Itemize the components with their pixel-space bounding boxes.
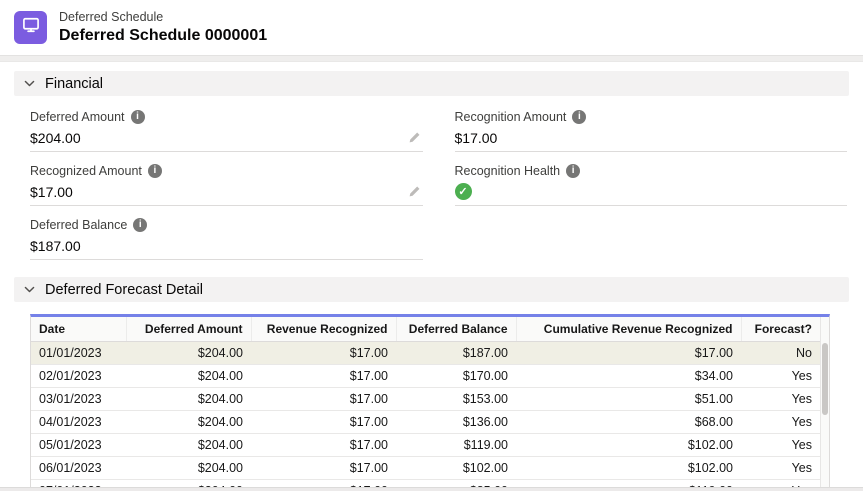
section-title: Financial [45,76,103,92]
table-row[interactable]: 06/01/2023$204.00$17.00$102.00$102.00Yes [31,457,820,480]
table-cell: Yes [741,434,820,457]
info-icon[interactable] [148,164,162,178]
table-cell: $68.00 [516,411,741,434]
table-cell: $17.00 [251,388,396,411]
record-header: Deferred Schedule Deferred Schedule 0000… [0,0,863,55]
field-deferred-amount: Deferred Amount $204.00 [30,108,423,152]
table-cell: $153.00 [396,388,516,411]
table-cell: $102.00 [516,457,741,480]
table-cell: $204.00 [126,342,251,365]
table-row[interactable]: 03/01/2023$204.00$17.00$153.00$51.00Yes [31,388,820,411]
edit-pencil-icon[interactable] [408,185,421,198]
section-title: Deferred Forecast Detail [45,282,203,298]
info-icon[interactable] [572,110,586,124]
table-cell: $102.00 [516,434,741,457]
table-cell: $119.00 [516,480,741,488]
monitor-icon [21,15,41,40]
record-detail-content: Financial Deferred Amount $204.00 [0,62,863,487]
record-title: Deferred Schedule 0000001 [59,27,267,45]
table-cell: $17.00 [516,342,741,365]
table-cell: $204.00 [126,480,251,488]
forecast-table: DateDeferred AmountRevenue RecognizedDef… [30,314,830,487]
table-row[interactable]: 05/01/2023$204.00$17.00$119.00$102.00Yes [31,434,820,457]
record-page: Deferred Schedule Deferred Schedule 0000… [0,0,863,491]
edit-pencil-icon[interactable] [408,131,421,144]
field-label: Recognized Amount [30,164,142,178]
chevron-down-icon [23,77,36,90]
table-cell: $17.00 [251,480,396,488]
table-cell: $204.00 [126,457,251,480]
table-cell: $51.00 [516,388,741,411]
table-cell: Yes [741,365,820,388]
table-cell: 02/01/2023 [31,365,126,388]
column-header[interactable]: Deferred Balance [396,317,516,342]
table-row[interactable]: 04/01/2023$204.00$17.00$136.00$68.00Yes [31,411,820,434]
info-icon[interactable] [566,164,580,178]
field-recognized-amount: Recognized Amount $17.00 [30,162,423,206]
table-cell: $34.00 [516,365,741,388]
column-header[interactable]: Forecast? [741,317,820,342]
table-cell: Yes [741,457,820,480]
table-cell: 03/01/2023 [31,388,126,411]
column-header[interactable]: Revenue Recognized [251,317,396,342]
table-cell: No [741,342,820,365]
field-recognition-amount: Recognition Amount $17.00 [455,108,848,152]
table-cell: $204.00 [126,434,251,457]
financial-fields: Deferred Amount $204.00 Recognition Amou… [14,96,849,274]
entity-label: Deferred Schedule [59,10,267,24]
table-cell: $204.00 [126,365,251,388]
deferred-schedule-entity-icon [14,11,47,44]
table-row[interactable]: 02/01/2023$204.00$17.00$170.00$34.00Yes [31,365,820,388]
table-cell: $17.00 [251,365,396,388]
table-cell: 05/01/2023 [31,434,126,457]
chevron-down-icon [23,283,36,296]
field-label: Recognition Health [455,164,561,178]
table-cell: $204.00 [126,388,251,411]
table-vertical-scrollbar[interactable] [820,317,829,487]
field-label: Deferred Amount [30,110,125,124]
info-icon[interactable] [133,218,147,232]
field-value: $17.00 [30,184,73,200]
field-value: $17.00 [455,130,498,146]
table-cell: $204.00 [126,411,251,434]
table-cell: 06/01/2023 [31,457,126,480]
info-icon[interactable] [131,110,145,124]
table-cell: $17.00 [251,342,396,365]
table-cell: 07/01/2023 [31,480,126,488]
field-deferred-balance: Deferred Balance $187.00 [30,216,423,260]
scrollbar-thumb[interactable] [822,343,828,415]
table-cell: $17.00 [251,411,396,434]
table-row[interactable]: 07/01/2023$204.00$17.00$85.00$119.00Yes [31,480,820,488]
table-cell: Yes [741,411,820,434]
field-label: Deferred Balance [30,218,127,232]
table-cell: $136.00 [396,411,516,434]
table-cell: Yes [741,388,820,411]
column-header[interactable]: Date [31,317,126,342]
record-titles: Deferred Schedule Deferred Schedule 0000… [59,10,267,45]
section-header-deferred-forecast-detail[interactable]: Deferred Forecast Detail [14,277,849,302]
page-background-strip [0,487,863,491]
table-cell: Yes [741,480,820,488]
field-value: $187.00 [30,238,81,254]
table-cell: $85.00 [396,480,516,488]
green-check-icon [455,183,472,200]
table-row[interactable]: 01/01/2023$204.00$17.00$187.00$17.00No [31,342,820,365]
forecast-header-row: DateDeferred AmountRevenue RecognizedDef… [31,317,820,342]
column-header[interactable]: Cumulative Revenue Recognized [516,317,741,342]
table-cell: 01/01/2023 [31,342,126,365]
field-recognition-health: Recognition Health [455,162,848,206]
table-cell: $17.00 [251,457,396,480]
column-header[interactable]: Deferred Amount [126,317,251,342]
table-cell: 04/01/2023 [31,411,126,434]
table-cell: $102.00 [396,457,516,480]
table-cell: $187.00 [396,342,516,365]
table-cell: $17.00 [251,434,396,457]
forecast-table-body: 01/01/2023$204.00$17.00$187.00$17.00No02… [31,342,820,488]
field-value: $204.00 [30,130,81,146]
field-label: Recognition Amount [455,110,567,124]
header-divider [0,55,863,62]
section-header-financial[interactable]: Financial [14,71,849,96]
table-cell: $170.00 [396,365,516,388]
table-cell: $119.00 [396,434,516,457]
